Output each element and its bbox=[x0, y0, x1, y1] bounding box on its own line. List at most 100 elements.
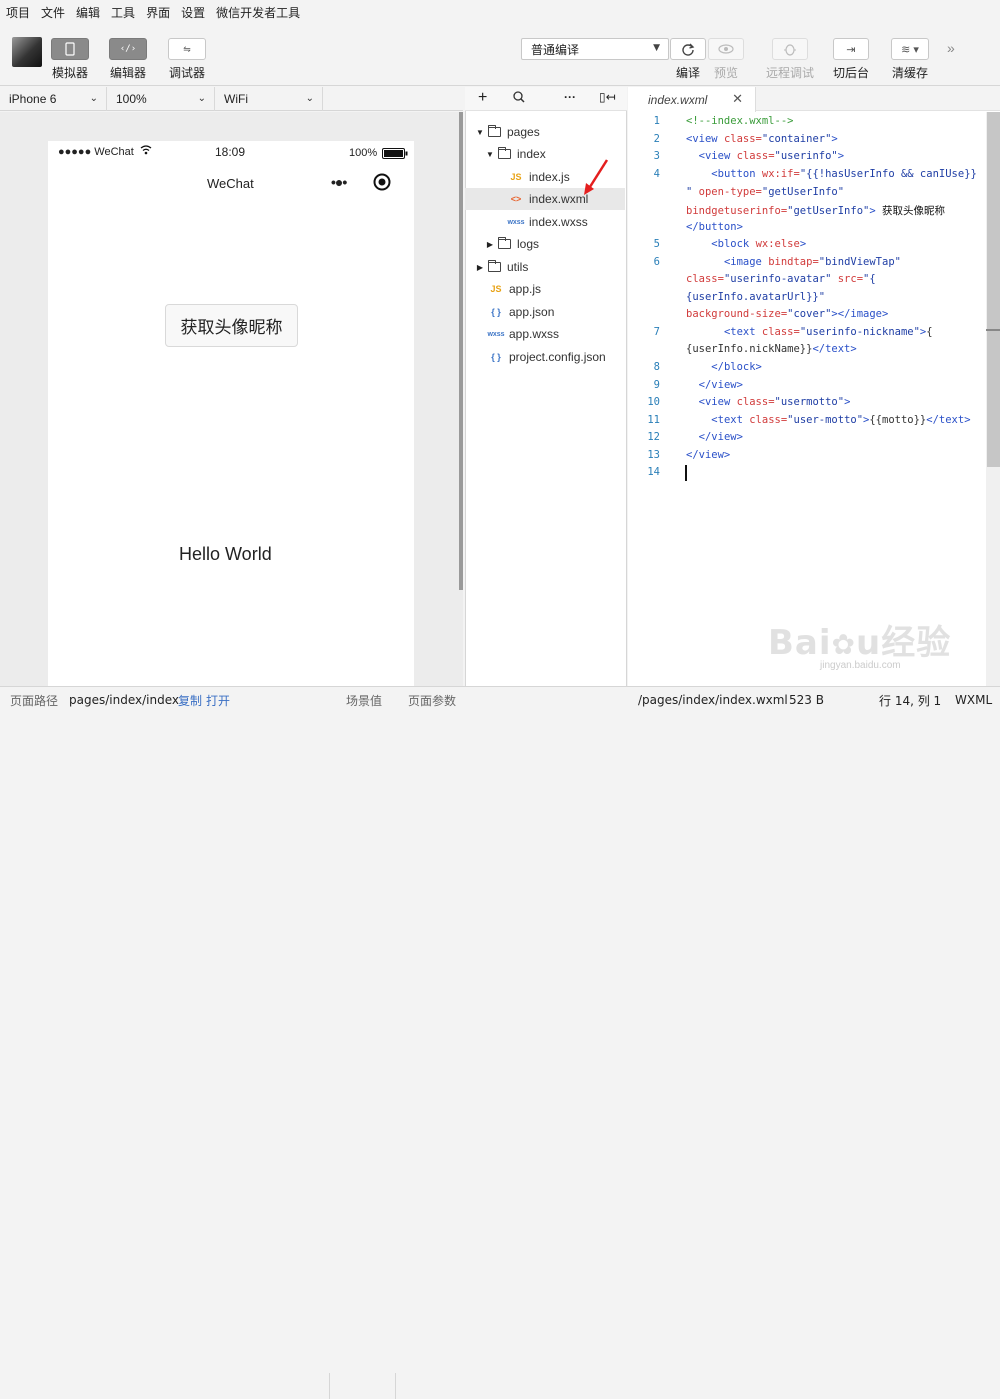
folder-icon bbox=[488, 125, 501, 137]
compile-button[interactable]: 编译 bbox=[670, 38, 706, 81]
clear-cache-button[interactable]: ≋ ▾ 清缓存 bbox=[891, 38, 929, 81]
wxss-file-icon: wxss bbox=[487, 330, 505, 338]
menu-wechat-devtools[interactable]: 微信开发者工具 bbox=[216, 4, 300, 21]
status-time: 18:09 bbox=[215, 145, 246, 159]
editor-button[interactable]: ‹/› 编辑器 bbox=[109, 38, 147, 81]
network-select[interactable]: WiFi ⌄ bbox=[215, 87, 323, 111]
preview-button[interactable]: 预览 bbox=[708, 38, 744, 81]
code-line: <view class="userinfo"> bbox=[698, 150, 845, 162]
code-line: <view class="container"> bbox=[686, 133, 838, 145]
menu-interface[interactable]: 界面 bbox=[146, 4, 170, 21]
code-line: <!--index.wxml--> bbox=[686, 115, 794, 127]
code-line: bindgetuserinfo="getUserInfo"> 获取头像昵称 bbox=[686, 205, 945, 217]
scene-value-button[interactable]: 场景值 bbox=[346, 687, 382, 713]
signal-carrier: ●●●●● WeChat bbox=[58, 146, 134, 158]
capsule-close-icon[interactable] bbox=[373, 173, 391, 194]
open-link[interactable]: 打开 bbox=[206, 687, 230, 713]
tree-item-label: index.js bbox=[529, 170, 570, 184]
wxss-file-icon: wxss bbox=[507, 218, 525, 226]
page-params-button[interactable]: 页面参数 bbox=[408, 687, 456, 713]
user-avatar[interactable] bbox=[12, 37, 42, 67]
code-line: <block wx:else> bbox=[711, 238, 807, 250]
menu-file[interactable]: 文件 bbox=[41, 4, 65, 21]
line-number: 1 bbox=[653, 115, 660, 127]
nav-title: WeChat bbox=[207, 176, 254, 191]
language-mode[interactable]: WXML bbox=[955, 687, 992, 713]
simulator-button[interactable]: 模拟器 bbox=[51, 38, 89, 81]
code-line: </view> bbox=[698, 431, 743, 443]
device-value: iPhone 6 bbox=[9, 92, 57, 106]
line-number: 9 bbox=[653, 379, 660, 391]
code-line: <image bindtap="bindViewTap" bbox=[723, 256, 901, 268]
chevron-down-icon: ⌄ bbox=[197, 93, 206, 104]
search-icon[interactable] bbox=[513, 91, 525, 106]
tree-file-app-wxss[interactable]: wxss app.wxss bbox=[465, 323, 625, 345]
json-file-icon: { } bbox=[491, 307, 501, 317]
add-icon[interactable]: + bbox=[478, 89, 487, 107]
menu-tools[interactable]: 工具 bbox=[111, 4, 135, 21]
code-line: <text class="userinfo-nickname">{ bbox=[723, 326, 933, 338]
phone-icon bbox=[51, 38, 89, 60]
chevron-down-icon: ⌄ bbox=[305, 93, 314, 104]
tree-file-app-js[interactable]: JS app.js bbox=[465, 278, 625, 300]
battery-percent: 100% bbox=[349, 147, 378, 159]
menu-settings[interactable]: 设置 bbox=[181, 4, 205, 21]
tree-item-label: index.wxss bbox=[529, 215, 588, 229]
code-line: class="userinfo-avatar" src="{ bbox=[686, 273, 876, 285]
more-dots-icon[interactable]: •●• bbox=[331, 174, 347, 190]
eye-icon bbox=[708, 38, 744, 60]
js-file-icon: JS bbox=[490, 284, 502, 294]
collapse-icon[interactable]: ▯↤ bbox=[599, 90, 616, 104]
collapsed-triangle-icon: ▶ bbox=[476, 262, 484, 272]
refresh-icon bbox=[670, 38, 706, 60]
editor-scrollbar-thumb[interactable] bbox=[987, 112, 1000, 467]
device-select[interactable]: iPhone 6 ⌄ bbox=[0, 87, 107, 111]
background-button[interactable]: ⇥ 切后台 bbox=[833, 38, 869, 81]
tree-item-label: app.js bbox=[509, 282, 542, 296]
red-arrow-annotation bbox=[584, 159, 609, 195]
debugger-button[interactable]: ⇋ 调试器 bbox=[168, 38, 206, 81]
remote-debug-button[interactable]: 远程调试 bbox=[766, 38, 814, 81]
layers-icon: ≋ ▾ bbox=[891, 38, 929, 60]
tree-item-label: logs bbox=[517, 237, 540, 251]
simulator-label: 模拟器 bbox=[51, 66, 88, 80]
line-number: 7 bbox=[653, 326, 660, 338]
line-number: 4 bbox=[653, 168, 660, 180]
tree-folder-utils[interactable]: ▶ utils bbox=[465, 256, 625, 278]
more-icon[interactable]: ··· bbox=[564, 90, 576, 104]
editor-tab-index-wxml[interactable]: index.wxml ✕ bbox=[628, 87, 756, 112]
battery-icon bbox=[382, 148, 408, 162]
json-file-icon: { } bbox=[491, 352, 501, 362]
tree-file-index-wxss[interactable]: wxss index.wxss bbox=[465, 211, 625, 233]
zoom-select[interactable]: 100% ⌄ bbox=[107, 87, 215, 111]
tree-item-label: app.json bbox=[509, 305, 555, 319]
cursor-position[interactable]: 行 14, 列 1 bbox=[879, 687, 941, 713]
close-icon[interactable]: ✕ bbox=[732, 91, 743, 107]
compile-mode-select[interactable]: 普通编译 ▼ bbox=[521, 38, 669, 60]
tree-folder-logs[interactable]: ▶ logs bbox=[465, 233, 625, 255]
background-label: 切后台 bbox=[833, 66, 870, 80]
menu-project[interactable]: 项目 bbox=[6, 4, 30, 21]
code-line: " open-type="getUserInfo" bbox=[686, 186, 845, 198]
menu-bar: 项目 文件 编辑 工具 界面 设置 微信开发者工具 bbox=[0, 0, 1000, 24]
phone-screen bbox=[48, 141, 414, 686]
js-file-icon: JS bbox=[510, 172, 522, 182]
get-userinfo-button[interactable]: 获取头像昵称 bbox=[165, 304, 298, 347]
code-line: </block> bbox=[711, 361, 762, 373]
network-value: WiFi bbox=[224, 92, 248, 106]
menu-edit[interactable]: 编辑 bbox=[76, 4, 100, 21]
line-number: 10 bbox=[647, 396, 660, 408]
copy-link[interactable]: 复制 bbox=[178, 687, 202, 713]
simulator-scrollbar[interactable] bbox=[459, 112, 463, 590]
scrollbar-marker bbox=[986, 329, 1000, 331]
code-line: <view class="usermotto"> bbox=[698, 396, 851, 408]
tree-file-project-config[interactable]: { } project.config.json bbox=[465, 346, 625, 368]
tree-item-label: pages bbox=[507, 125, 540, 139]
tree-folder-pages[interactable]: ▼ pages bbox=[465, 121, 625, 143]
file-size: 523 B bbox=[789, 693, 824, 707]
tree-file-app-json[interactable]: { } app.json bbox=[465, 301, 625, 323]
chevron-down-icon: ▼ bbox=[653, 43, 660, 53]
code-line: </view> bbox=[686, 449, 731, 461]
more-chevron-icon[interactable]: » bbox=[947, 40, 955, 56]
chevron-down-icon: ⌄ bbox=[89, 93, 98, 104]
